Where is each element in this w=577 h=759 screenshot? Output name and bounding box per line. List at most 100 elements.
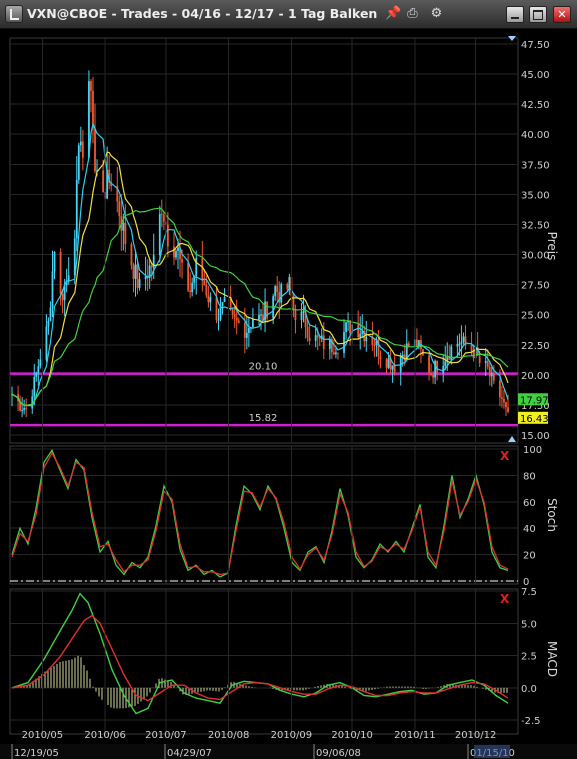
candle-body: [286, 284, 289, 290]
candle-body: [252, 319, 254, 328]
stoch-tick-label: 40: [523, 524, 536, 535]
candle-body: [488, 366, 491, 377]
candle-body: [276, 286, 279, 293]
candle-body: [207, 295, 210, 303]
candle-body: [316, 335, 319, 338]
candle-body: [345, 322, 347, 332]
candle-body: [94, 128, 96, 172]
stoch-tick-label: 80: [523, 471, 536, 482]
candle-body: [385, 359, 388, 368]
candle-body: [318, 337, 321, 339]
candle-body: [81, 141, 84, 158]
candle-body: [460, 341, 463, 344]
price-tick-label: 20.00: [521, 371, 550, 382]
candle-body: [391, 365, 394, 370]
candle-body: [478, 355, 481, 363]
candle-body: [201, 258, 204, 281]
candle-body: [243, 323, 246, 338]
price-tick-label: 35.00: [521, 190, 550, 201]
stoch-tick-label: 100: [523, 445, 542, 456]
price-tick-label: 25.00: [521, 311, 550, 322]
price-pane: [9, 37, 519, 444]
candle-body: [379, 356, 382, 360]
candle-body: [205, 284, 208, 296]
stoch-close-icon[interactable]: X: [500, 449, 510, 463]
candle-body: [90, 81, 92, 91]
stoch-axis-label: Stoch: [545, 498, 559, 532]
candle-body: [335, 352, 337, 355]
candle-body: [221, 301, 224, 307]
x-tick-label: 2010/06: [84, 730, 126, 741]
chart-window: VXN@CBOE - Trades - 04/16 - 12/17 - 1 Ta…: [0, 0, 577, 759]
candle-body: [415, 339, 418, 347]
price-tick-label: 47.50: [521, 40, 550, 51]
candle-body: [122, 222, 125, 231]
stoch-pane: [9, 445, 519, 585]
candle-body: [484, 360, 487, 363]
bottom-axis-label: 04/29/07: [167, 748, 212, 759]
candle-body: [308, 337, 311, 341]
x-tick-label: 2010/10: [331, 730, 373, 741]
candle-body: [33, 376, 36, 397]
pin-icon[interactable]: 📌: [385, 5, 402, 22]
stoch-tick-label: 20: [523, 551, 536, 562]
maximize-button[interactable]: [529, 6, 547, 23]
close-button[interactable]: [553, 6, 571, 23]
candle-body: [132, 265, 135, 279]
print-icon[interactable]: ⎙: [404, 5, 421, 22]
candle-body: [173, 246, 175, 258]
candle-body: [49, 307, 52, 322]
candle-body: [35, 372, 38, 377]
candle-body: [294, 310, 297, 321]
candle-body: [472, 351, 475, 359]
candle-body: [507, 407, 509, 412]
candle-body: [102, 170, 105, 193]
title-bar[interactable]: VXN@CBOE - Trades - 04/16 - 12/17 - 1 Ta…: [0, 0, 577, 29]
candle-body: [118, 201, 121, 217]
candle-body: [462, 336, 465, 342]
candle-body: [288, 276, 291, 290]
candle-body: [223, 297, 226, 302]
price-tick-label: 27.50: [521, 281, 550, 292]
candle-body: [158, 214, 161, 256]
x-tick-label: 2010/05: [22, 730, 64, 741]
macd-tick-label: 2.5: [521, 652, 537, 663]
macd-pane: [9, 588, 519, 735]
candle-body: [258, 314, 260, 320]
price-tick-label: 40.00: [521, 130, 550, 141]
candle-body: [59, 251, 62, 294]
price-tick-label: 42.50: [521, 100, 550, 111]
minimize-button[interactable]: [506, 6, 524, 23]
candle-body: [505, 402, 507, 408]
candle-body: [322, 335, 325, 349]
price-tick-label: 32.50: [521, 220, 550, 231]
candle-body: [21, 409, 24, 411]
candle-body: [332, 352, 335, 355]
candle-body: [61, 293, 64, 301]
candle-body: [160, 214, 163, 216]
candle-body: [53, 251, 56, 272]
settings-icon[interactable]: ⚙: [428, 5, 445, 22]
candle-body: [130, 244, 133, 266]
reference-line-label: 20.10: [249, 362, 278, 373]
candle-body: [77, 145, 80, 180]
macd-tick-label: 7.5: [521, 587, 537, 598]
candle-body: [67, 275, 70, 282]
candle-body: [306, 326, 309, 338]
candle-body: [260, 314, 262, 316]
chart-svg: 20.1015.82 15.0017.5020.0022.5025.0027.5…: [0, 36, 577, 759]
macd-close-icon[interactable]: X: [500, 592, 510, 606]
candle-body: [432, 374, 434, 378]
candle-body: [501, 397, 503, 399]
candle-body: [150, 265, 153, 268]
candle-body: [79, 141, 82, 146]
candle-body: [492, 373, 495, 381]
candle-body: [237, 320, 240, 324]
x-tick-label: 2010/08: [208, 730, 250, 741]
x-tick-label: 2010/12: [455, 730, 497, 741]
candle-body: [219, 306, 222, 320]
candle-body: [203, 280, 206, 285]
candle-body: [365, 336, 368, 342]
candle-body: [314, 335, 317, 341]
candle-body: [75, 179, 78, 239]
